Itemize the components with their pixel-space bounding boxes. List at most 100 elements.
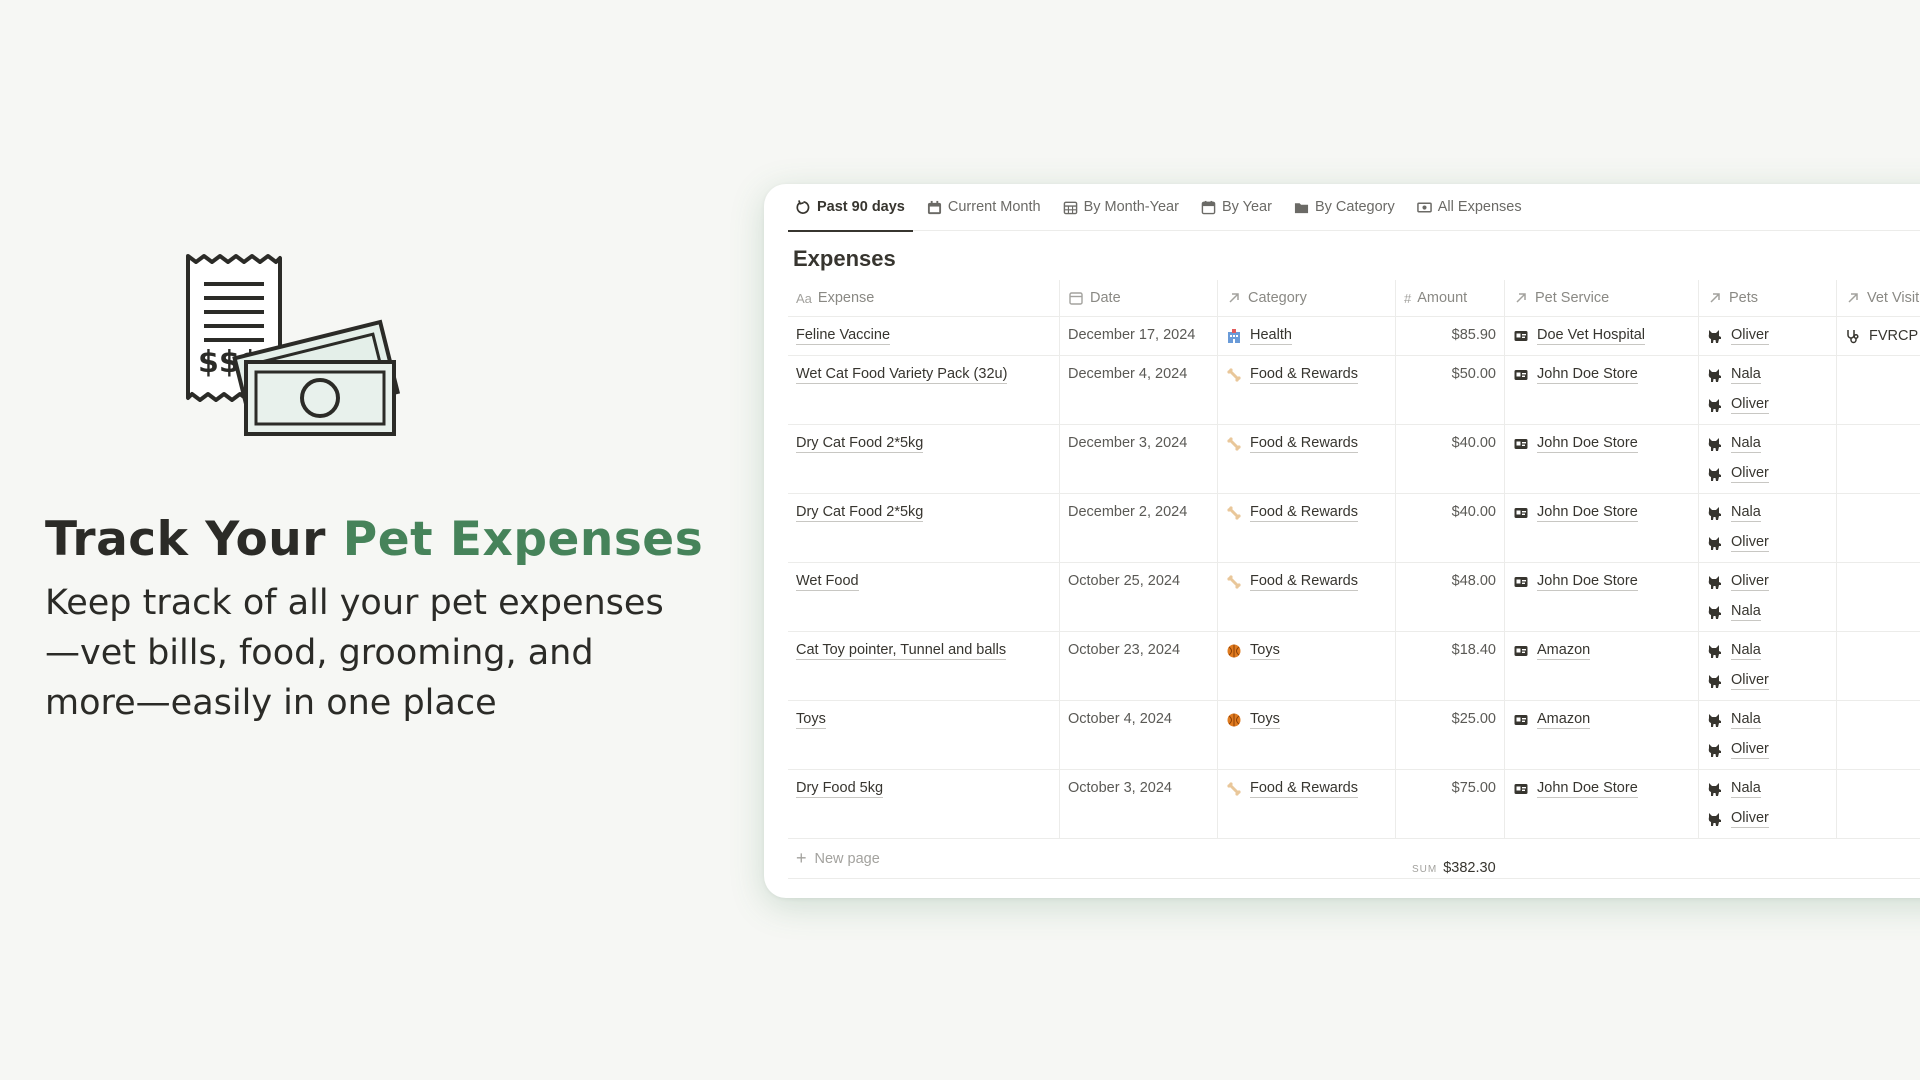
tab-current-month[interactable]: Current Month: [919, 184, 1049, 231]
category-cell[interactable]: Food & Rewards: [1218, 425, 1396, 493]
table-row[interactable]: Dry Cat Food 2*5kg December 2, 2024 Food &…: [788, 494, 1920, 563]
expense-title[interactable]: Toys: [796, 711, 826, 729]
pet-link[interactable]: Oliver: [1707, 741, 1828, 759]
tab-by-month-year[interactable]: By Month-Year: [1055, 184, 1187, 231]
date-cell[interactable]: December 4, 2024: [1060, 356, 1218, 424]
expense-title[interactable]: Wet Food: [796, 573, 859, 591]
new-page-button[interactable]: + New page: [788, 839, 888, 878]
pets-cell[interactable]: Nala Oliver: [1699, 770, 1837, 838]
amount-cell[interactable]: $18.40: [1396, 632, 1505, 700]
date-cell[interactable]: October 23, 2024: [1060, 632, 1218, 700]
expense-cell[interactable]: Wet Food: [788, 563, 1060, 631]
pet-service-cell[interactable]: John Doe Store: [1505, 356, 1699, 424]
table-row[interactable]: Dry Cat Food 2*5kg December 3, 2024 Food &…: [788, 425, 1920, 494]
column-header-amount[interactable]: # Amount: [1396, 280, 1505, 316]
category-link[interactable]: Toys: [1226, 642, 1387, 660]
date-cell[interactable]: October 4, 2024: [1060, 701, 1218, 769]
date-cell[interactable]: October 25, 2024: [1060, 563, 1218, 631]
amount-cell[interactable]: $25.00: [1396, 701, 1505, 769]
pet-link[interactable]: Nala: [1707, 366, 1828, 384]
tab-by-category[interactable]: By Category: [1286, 184, 1403, 231]
pet-service-cell[interactable]: John Doe Store: [1505, 770, 1699, 838]
expense-cell[interactable]: Wet Cat Food Variety Pack (32u): [788, 356, 1060, 424]
pet-service-cell[interactable]: Doe Vet Hospital: [1505, 317, 1699, 355]
pet-link[interactable]: Nala: [1707, 780, 1828, 798]
pets-cell[interactable]: Nala Oliver: [1699, 494, 1837, 562]
amount-cell[interactable]: $75.00: [1396, 770, 1505, 838]
pet-service-link[interactable]: John Doe Store: [1513, 780, 1690, 798]
pet-service-cell[interactable]: Amazon: [1505, 632, 1699, 700]
expense-cell[interactable]: Dry Cat Food 2*5kg: [788, 425, 1060, 493]
category-cell[interactable]: Toys: [1218, 632, 1396, 700]
pet-link[interactable]: Nala: [1707, 603, 1828, 621]
vet-visit-cell[interactable]: [1837, 563, 1920, 631]
category-cell[interactable]: Food & Rewards: [1218, 770, 1396, 838]
pets-cell[interactable]: Oliver Nala: [1699, 563, 1837, 631]
pets-cell[interactable]: Nala Oliver: [1699, 425, 1837, 493]
pet-link[interactable]: Oliver: [1707, 573, 1828, 591]
table-row[interactable]: Wet Cat Food Variety Pack (32u) December …: [788, 356, 1920, 425]
expense-cell[interactable]: Cat Toy pointer, Tunnel and balls: [788, 632, 1060, 700]
date-cell[interactable]: December 2, 2024: [1060, 494, 1218, 562]
tab-by-year[interactable]: By Year: [1193, 184, 1280, 231]
expense-title[interactable]: Dry Cat Food 2*5kg: [796, 435, 924, 453]
pets-cell[interactable]: Nala Oliver: [1699, 632, 1837, 700]
vet-visit-cell[interactable]: FVRCP V: [1837, 317, 1920, 355]
date-cell[interactable]: December 3, 2024: [1060, 425, 1218, 493]
pet-service-cell[interactable]: John Doe Store: [1505, 563, 1699, 631]
expense-title[interactable]: Dry Cat Food 2*5kg: [796, 504, 924, 522]
column-header-category[interactable]: Category: [1218, 280, 1396, 316]
new-page-row[interactable]: + New page: [788, 839, 1920, 879]
expense-title[interactable]: Wet Cat Food Variety Pack (32u): [796, 366, 1008, 384]
vet-visit-cell[interactable]: [1837, 425, 1920, 493]
category-cell[interactable]: Food & Rewards: [1218, 494, 1396, 562]
vet-visit-link[interactable]: FVRCP V: [1845, 327, 1920, 345]
pet-service-link[interactable]: John Doe Store: [1513, 573, 1690, 591]
category-link[interactable]: Food & Rewards: [1226, 573, 1387, 591]
pet-link[interactable]: Nala: [1707, 435, 1828, 453]
category-cell[interactable]: Food & Rewards: [1218, 356, 1396, 424]
date-cell[interactable]: December 17, 2024: [1060, 317, 1218, 355]
pet-link[interactable]: Oliver: [1707, 810, 1828, 828]
pet-service-link[interactable]: John Doe Store: [1513, 366, 1690, 384]
pets-cell[interactable]: Nala Oliver: [1699, 701, 1837, 769]
pet-link[interactable]: Nala: [1707, 504, 1828, 522]
pet-link[interactable]: Oliver: [1707, 672, 1828, 690]
amount-cell[interactable]: $48.00: [1396, 563, 1505, 631]
pets-cell[interactable]: Oliver: [1699, 317, 1837, 355]
tab-all-expenses[interactable]: All Expenses: [1409, 184, 1530, 231]
vet-visit-cell[interactable]: [1837, 770, 1920, 838]
expense-title[interactable]: Feline Vaccine: [796, 327, 891, 345]
pet-service-link[interactable]: John Doe Store: [1513, 504, 1690, 522]
tab-past-90-days[interactable]: Past 90 days: [788, 184, 913, 232]
pet-service-link[interactable]: Amazon: [1513, 711, 1690, 729]
column-header-vet-visit[interactable]: Vet Visit: [1837, 280, 1920, 316]
category-link[interactable]: Health: [1226, 327, 1387, 345]
pet-service-cell[interactable]: Amazon: [1505, 701, 1699, 769]
pet-service-link[interactable]: Doe Vet Hospital: [1513, 327, 1690, 345]
column-header-pets[interactable]: Pets: [1699, 280, 1837, 316]
expense-cell[interactable]: Dry Food 5kg: [788, 770, 1060, 838]
amount-cell[interactable]: $85.90: [1396, 317, 1505, 355]
pet-service-link[interactable]: John Doe Store: [1513, 435, 1690, 453]
column-header-expense[interactable]: Aa Expense: [788, 280, 1060, 316]
pet-service-link[interactable]: Amazon: [1513, 642, 1690, 660]
vet-visit-cell[interactable]: [1837, 356, 1920, 424]
expense-title[interactable]: Dry Food 5kg: [796, 780, 884, 798]
vet-visit-cell[interactable]: [1837, 494, 1920, 562]
pet-link[interactable]: Nala: [1707, 711, 1828, 729]
category-cell[interactable]: Food & Rewards: [1218, 563, 1396, 631]
table-row[interactable]: Dry Food 5kg October 3, 2024 Food & Reward…: [788, 770, 1920, 839]
expense-cell[interactable]: Feline Vaccine: [788, 317, 1060, 355]
amount-cell[interactable]: $50.00: [1396, 356, 1505, 424]
category-link[interactable]: Food & Rewards: [1226, 435, 1387, 453]
amount-cell[interactable]: $40.00: [1396, 425, 1505, 493]
pet-service-cell[interactable]: John Doe Store: [1505, 494, 1699, 562]
pet-link[interactable]: Oliver: [1707, 534, 1828, 552]
amount-cell[interactable]: $40.00: [1396, 494, 1505, 562]
category-link[interactable]: Toys: [1226, 711, 1387, 729]
category-link[interactable]: Food & Rewards: [1226, 366, 1387, 384]
table-row[interactable]: Feline Vaccine December 17, 2024 Health $85…: [788, 317, 1920, 356]
pets-cell[interactable]: Nala Oliver: [1699, 356, 1837, 424]
pet-service-cell[interactable]: John Doe Store: [1505, 425, 1699, 493]
